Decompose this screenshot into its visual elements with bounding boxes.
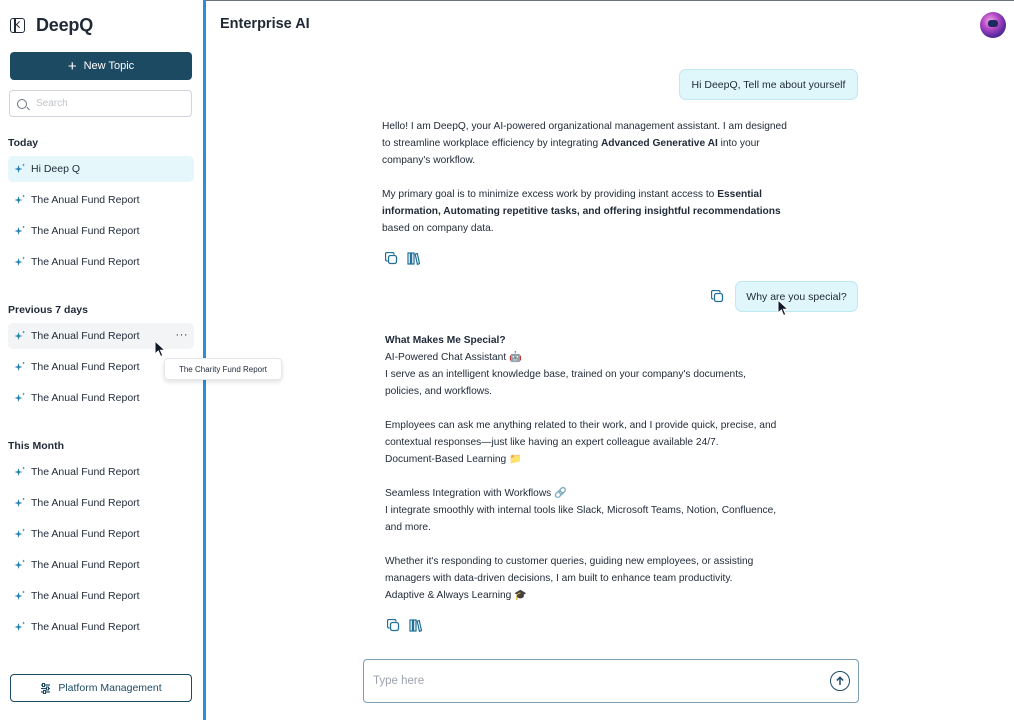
- ai-text: based on company data.: [382, 223, 494, 234]
- topic-item[interactable]: The Anual Fund Report: [8, 521, 194, 547]
- ai-line: Whether it's responding to customer quer…: [385, 556, 754, 584]
- copy-icon[interactable]: [385, 252, 398, 265]
- ai-text: My primary goal is to minimize excess wo…: [382, 189, 718, 200]
- message-actions: [387, 619, 422, 632]
- brand-name: DeepQ: [36, 14, 94, 35]
- avatar[interactable]: [980, 12, 1006, 38]
- ai-line: AI-Powered Chat Assistant 🤖: [385, 352, 522, 363]
- topic-label: The Anual Fund Report: [31, 497, 140, 509]
- section-today: Today: [8, 137, 39, 149]
- copy-icon[interactable]: [711, 290, 724, 303]
- sparkle-icon: [14, 163, 25, 173]
- ai-bold-text: Advanced Generative AI: [600, 138, 718, 149]
- sparkle-icon: [14, 392, 25, 402]
- topic-label: The Anual Fund Report: [31, 256, 140, 268]
- arrow-up-circle-icon: [836, 676, 844, 685]
- sparkle-icon: [14, 361, 25, 371]
- topic-label: The Anual Fund Report: [31, 225, 140, 237]
- topic-item[interactable]: The Anual Fund Report: [8, 583, 194, 609]
- plus-icon: +: [67, 57, 77, 75]
- user-message-bubble: Why are you special?: [735, 281, 858, 312]
- topic-tooltip: The Charity Fund Report: [164, 358, 282, 380]
- message-composer: [363, 659, 859, 703]
- topic-label: The Anual Fund Report: [31, 466, 140, 478]
- platform-management-button[interactable]: Platform Management: [10, 674, 192, 702]
- ai-line: Employees can ask me anything related to…: [385, 420, 777, 448]
- library-icon[interactable]: [409, 619, 422, 632]
- topic-label: The Anual Fund Report: [31, 528, 140, 540]
- page-title: Enterprise AI: [220, 16, 310, 32]
- ai-line: Document-Based Learning 📁: [385, 454, 522, 465]
- sparkle-icon: [14, 621, 25, 631]
- message-actions: [385, 252, 420, 265]
- send-button[interactable]: [830, 671, 850, 691]
- brand: DeepQ: [10, 15, 93, 35]
- library-icon[interactable]: [407, 252, 420, 265]
- search-box[interactable]: [9, 90, 192, 117]
- ai-response: What Makes Me Special? AI-Powered Chat A…: [385, 332, 780, 604]
- ai-line: Adaptive & Always Learning 🎓: [385, 590, 527, 601]
- section-this-month: This Month: [8, 440, 64, 452]
- user-message-text: Hi DeepQ, Tell me about yourself: [691, 78, 846, 91]
- copy-icon[interactable]: [387, 619, 400, 632]
- ai-line: Seamless Integration with Workflows 🔗: [385, 488, 567, 499]
- topic-label: The Anual Fund Report: [31, 392, 140, 404]
- topic-label: The Anual Fund Report: [31, 621, 140, 633]
- topic-item[interactable]: The Anual Fund Report: [8, 385, 194, 411]
- topic-label: The Anual Fund Report: [31, 559, 140, 571]
- search-input[interactable]: [36, 98, 186, 109]
- more-options-icon[interactable]: ···: [176, 329, 189, 341]
- topic-item[interactable]: The Anual Fund Report: [8, 552, 194, 578]
- search-icon: [17, 98, 27, 109]
- collapse-sidebar-icon[interactable]: [10, 17, 25, 33]
- user-message-text: Why are you special?: [746, 290, 847, 303]
- topic-item[interactable]: The Anual Fund Report: [8, 218, 194, 244]
- topic-item[interactable]: Hi Deep Q: [8, 156, 194, 182]
- sparkle-icon: [14, 194, 25, 204]
- topic-item[interactable]: The Anual Fund Report: [8, 187, 194, 213]
- sparkle-icon: [14, 497, 25, 507]
- section-previous-7-days: Previous 7 days: [8, 304, 88, 316]
- topic-label: The Anual Fund Report: [31, 361, 140, 373]
- topic-label: The Anual Fund Report: [31, 330, 140, 342]
- mouse-cursor-icon: [154, 340, 167, 358]
- new-topic-label: New Topic: [83, 60, 135, 72]
- platform-management-label: Platform Management: [58, 682, 162, 694]
- ai-line: I serve as an intelligent knowledge base…: [385, 369, 746, 397]
- ai-bold-text: What Makes Me Special?: [385, 335, 506, 346]
- mouse-cursor-icon: [777, 299, 790, 317]
- topic-item[interactable]: The Anual Fund Report: [8, 490, 194, 516]
- topic-label: The Anual Fund Report: [31, 590, 140, 602]
- sparkle-icon: [14, 330, 25, 340]
- sparkle-icon: [14, 528, 25, 538]
- ai-paragraph: My primary goal is to minimize excess wo…: [382, 186, 792, 237]
- sparkle-icon: [14, 590, 25, 600]
- ai-response: Hello! I am DeepQ, your AI-powered organ…: [382, 118, 792, 254]
- ai-heading: What Makes Me Special?: [385, 332, 780, 349]
- ai-line: I integrate smoothly with internal tools…: [385, 505, 777, 533]
- sparkle-icon: [14, 466, 25, 476]
- ai-paragraph: Hello! I am DeepQ, your AI-powered organ…: [382, 118, 792, 169]
- sparkle-icon: [14, 256, 25, 266]
- user-message-bubble: Hi DeepQ, Tell me about yourself: [679, 69, 858, 100]
- message-input[interactable]: [373, 675, 793, 687]
- sparkle-icon: [14, 225, 25, 235]
- topic-label: Hi Deep Q: [31, 163, 81, 175]
- sliders-icon: [41, 682, 51, 694]
- topic-item[interactable]: The Anual Fund Report: [8, 614, 194, 640]
- topic-item[interactable]: The Anual Fund Report: [8, 459, 194, 485]
- topic-label: The Anual Fund Report: [31, 194, 140, 206]
- sparkle-icon: [14, 559, 25, 569]
- new-topic-button[interactable]: + New Topic: [10, 52, 192, 80]
- topic-item[interactable]: The Anual Fund Report: [8, 249, 194, 275]
